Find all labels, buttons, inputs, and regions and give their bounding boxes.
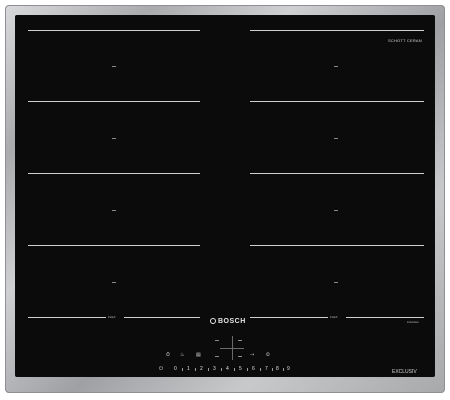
power-level-9[interactable]: 9: [287, 366, 290, 372]
flex-label-left: FLEX: [108, 315, 116, 319]
zone-line-left-3: [28, 173, 200, 174]
power-level-6[interactable]: 6: [252, 366, 255, 372]
zone-line-left-2: [28, 101, 200, 102]
zone-center-mark: [334, 210, 338, 211]
zone-center-mark: [334, 282, 338, 283]
flex-line-right-a: [250, 317, 328, 318]
power-level-1[interactable]: 1: [187, 366, 190, 372]
slider-tick: [221, 368, 222, 371]
flex-line-left-b: [124, 317, 200, 318]
power-level-0[interactable]: 0: [174, 366, 177, 372]
power-level-5[interactable]: 5: [239, 366, 242, 372]
cooking-type-label: induction: [407, 320, 420, 324]
zone-select-top-right[interactable]: [238, 340, 242, 341]
power-button[interactable]: ⏻: [159, 366, 163, 372]
zone-center-mark: [112, 66, 116, 67]
zone-center-mark: [112, 138, 116, 139]
zone-line-left-4: [28, 245, 200, 246]
clock-icon[interactable]: ⏲: [266, 352, 270, 358]
power-level-4[interactable]: 4: [226, 366, 229, 372]
slider-tick: [272, 368, 273, 371]
zone-line-right-4: [250, 245, 424, 246]
zone-select-bottom-right[interactable]: [238, 356, 242, 357]
slider-tick: [283, 368, 284, 371]
slider-tick: [182, 368, 183, 371]
zone-top-line-right-1: [250, 30, 424, 31]
slider-tick: [234, 368, 235, 371]
power-level-7[interactable]: 7: [265, 366, 268, 372]
schott-ceran-logo: SCHOTT CERAN: [388, 38, 422, 43]
zone-selector-line-v: [232, 336, 233, 360]
zone-center-mark: [112, 210, 116, 211]
power-move-icon[interactable]: ⇢: [250, 352, 254, 358]
zone-center-mark: [334, 66, 338, 67]
zone-top-line-left-1: [28, 30, 200, 31]
power-level-8[interactable]: 8: [276, 366, 279, 372]
zone-select-top-left[interactable]: [215, 340, 219, 341]
flex-line-left-a: [28, 317, 106, 318]
slider-tick: [260, 368, 261, 371]
flex-label-right: FLEX: [330, 315, 338, 319]
power-level-3[interactable]: 3: [213, 366, 216, 372]
zone-center-mark: [334, 138, 338, 139]
zone-line-right-2: [250, 101, 424, 102]
boost-icon[interactable]: ▤: [196, 352, 201, 358]
slider-tick: [208, 368, 209, 371]
slider-tick: [247, 368, 248, 371]
timer-icon[interactable]: ⏱: [166, 352, 170, 358]
bosch-brand: BOSCH: [218, 318, 246, 325]
bosch-logo-icon: [210, 318, 216, 324]
power-level-2[interactable]: 2: [200, 366, 203, 372]
keep-warm-icon[interactable]: ♨: [180, 352, 184, 358]
zone-center-mark: [112, 282, 116, 283]
flex-line-right-b: [346, 317, 424, 318]
zone-select-bottom-left[interactable]: [215, 356, 219, 357]
model-badge: EXCLUSIV: [392, 369, 417, 375]
zone-line-right-3: [250, 173, 424, 174]
slider-tick: [195, 368, 196, 371]
